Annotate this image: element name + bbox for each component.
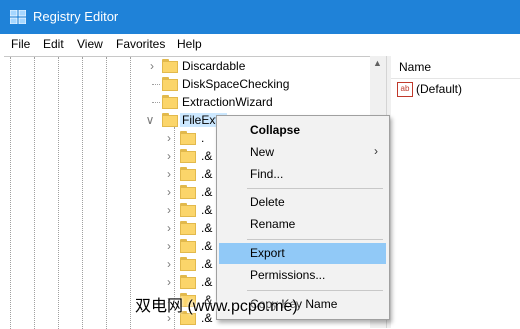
tree-item-label: .& xyxy=(201,257,213,271)
values-pane[interactable]: Name ab (Default) xyxy=(391,56,520,328)
folder-icon xyxy=(162,95,178,109)
folder-icon xyxy=(162,113,178,127)
folder-icon xyxy=(180,257,196,271)
context-menu: Collapse New › Find... Delete Rename Exp… xyxy=(216,115,390,320)
chevron-right-icon[interactable]: › xyxy=(161,165,177,183)
tree-item-label: .& xyxy=(201,239,213,253)
chevron-right-icon[interactable]: › xyxy=(161,147,177,165)
menu-item-label: Export xyxy=(250,246,285,260)
folder-icon xyxy=(180,239,196,253)
tree-item-label: DiskSpaceChecking xyxy=(182,77,290,91)
context-menu-rename[interactable]: Rename xyxy=(219,214,386,235)
tree-item[interactable]: › Discardable xyxy=(4,57,386,75)
menu-item-label: New xyxy=(250,145,275,159)
menu-item-label: Find... xyxy=(250,167,284,181)
folder-icon xyxy=(180,185,196,199)
tree-item[interactable]: ExtractionWizard xyxy=(4,93,386,111)
chevron-right-icon[interactable]: › xyxy=(161,237,177,255)
tree-item-label: . xyxy=(201,131,205,145)
tree-connector xyxy=(152,84,160,85)
folder-icon xyxy=(162,77,178,91)
tree-item-label: .& xyxy=(201,167,213,181)
context-menu-permissions[interactable]: Permissions... xyxy=(219,265,386,286)
tree-item-label: .& xyxy=(201,275,213,289)
tree-item-label: Discardable xyxy=(182,59,246,73)
menu-file[interactable]: File xyxy=(11,37,30,51)
submenu-chevron-icon: › xyxy=(374,144,378,158)
value-row-name[interactable]: (Default) xyxy=(416,82,462,96)
context-menu-find[interactable]: Find... xyxy=(219,164,386,185)
header-divider xyxy=(391,78,520,79)
chevron-right-icon[interactable]: › xyxy=(161,219,177,237)
folder-icon xyxy=(180,149,196,163)
chevron-right-icon[interactable]: › xyxy=(161,255,177,273)
menu-favorites[interactable]: Favorites xyxy=(116,37,165,51)
menu-separator xyxy=(247,290,383,291)
menu-help[interactable]: Help xyxy=(177,37,202,51)
tree-item-label: .& xyxy=(201,185,213,199)
menu-item-label: Collapse xyxy=(250,123,301,137)
chevron-down-icon[interactable]: ∨ xyxy=(142,111,158,129)
chevron-right-icon[interactable]: › xyxy=(144,57,160,75)
menu-item-label: Rename xyxy=(250,217,296,231)
folder-icon xyxy=(180,275,196,289)
chevron-right-icon[interactable]: › xyxy=(161,183,177,201)
context-menu-export[interactable]: Export xyxy=(219,243,386,264)
menu-view[interactable]: View xyxy=(77,37,103,51)
title-bar: Registry Editor xyxy=(0,0,520,34)
menu-item-label: Delete xyxy=(250,195,285,209)
context-menu-new[interactable]: New › xyxy=(219,142,386,163)
folder-icon xyxy=(180,221,196,235)
folder-icon xyxy=(180,167,196,181)
scroll-up-arrow-icon[interactable]: ▲ xyxy=(373,58,382,68)
chevron-right-icon[interactable]: › xyxy=(161,201,177,219)
menu-item-label: Permissions... xyxy=(250,268,326,282)
folder-icon xyxy=(180,203,196,217)
column-header-name[interactable]: Name xyxy=(399,60,431,74)
folder-icon xyxy=(180,131,196,145)
tree-item-label: .& xyxy=(201,149,213,163)
watermark-text: 双电网 (www.pcpo.me) xyxy=(135,298,298,315)
tree-item[interactable]: DiskSpaceChecking xyxy=(4,75,386,93)
tree-item-label: ExtractionWizard xyxy=(182,95,273,109)
menu-edit[interactable]: Edit xyxy=(43,37,64,51)
string-value-icon: ab xyxy=(397,82,413,97)
menu-bar: File Edit View Favorites Help xyxy=(0,34,520,56)
window-title: Registry Editor xyxy=(33,9,119,24)
context-menu-delete[interactable]: Delete xyxy=(219,192,386,213)
menu-separator xyxy=(247,188,383,189)
context-menu-collapse[interactable]: Collapse xyxy=(219,120,386,141)
tree-item-label: .& xyxy=(201,203,213,217)
tree-connector xyxy=(152,102,160,103)
folder-icon xyxy=(162,59,178,73)
menu-separator xyxy=(247,239,383,240)
chevron-right-icon[interactable]: › xyxy=(161,129,177,147)
registry-editor-icon xyxy=(10,10,26,24)
tree-item-label: .& xyxy=(201,221,213,235)
chevron-right-icon[interactable]: › xyxy=(161,273,177,291)
